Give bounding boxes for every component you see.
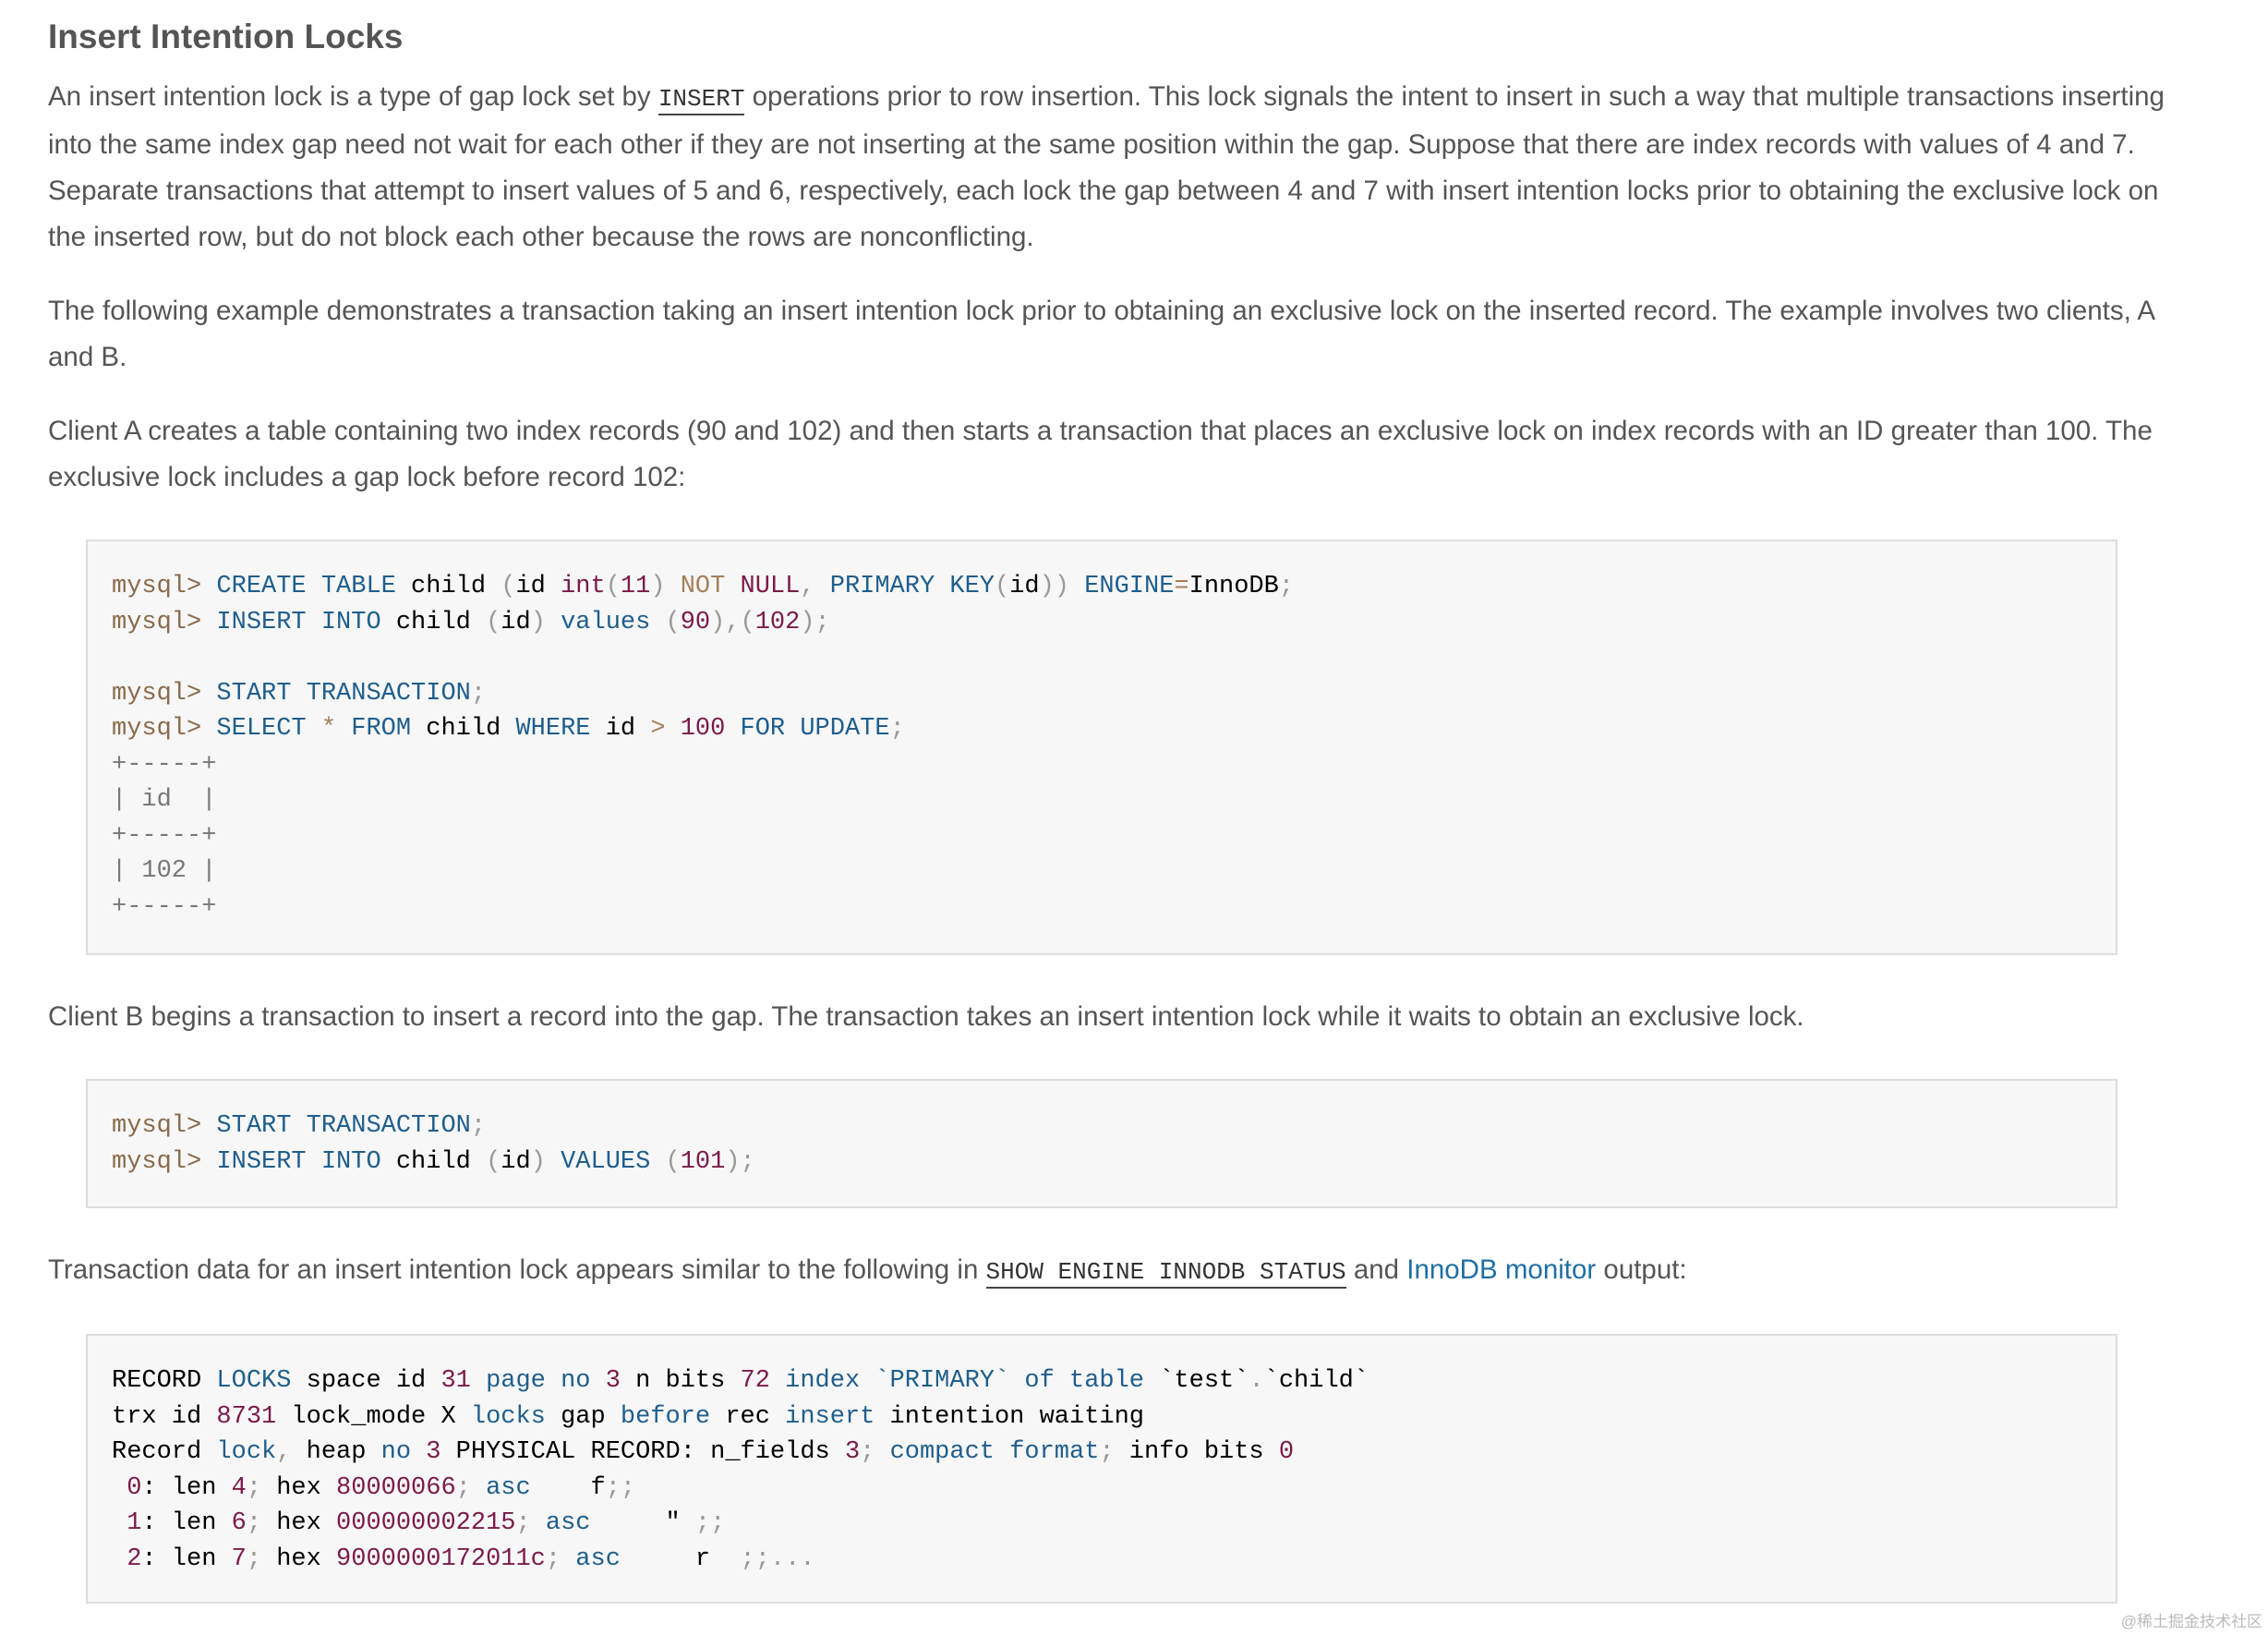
code-line: mysql> CREATE TABLE child (id int(11) NO… (112, 573, 1295, 600)
code-line: Record lock, heap no 3 PHYSICAL RECORD: … (112, 1438, 1295, 1466)
code-line: RECORD LOCKS space id 31 page no 3 n bit… (112, 1367, 1369, 1395)
result-table-line: +-----+ (112, 750, 217, 779)
innodb-monitor-link[interactable]: InnoDB monitor (1406, 1254, 1596, 1285)
code-line: 2: len 7; hex 9000000172011c; asc r ;;..… (127, 1544, 815, 1573)
result-table-line: +-----+ (112, 892, 217, 921)
code-line: 0: len 4; hex 80000066; asc f;; (127, 1473, 636, 1502)
show-engine-status-code: SHOW ENGINE INNODB STATUS (985, 1258, 1346, 1289)
monitor-paragraph: Transaction data for an insert intention… (48, 1247, 2172, 1295)
intro-text-start: An insert intention lock is a type of ga… (48, 81, 658, 112)
documentation-page: Insert Intention Locks An insert intenti… (0, 0, 2268, 1635)
code-line: mysql> INSERT INTO child (id) values (90… (112, 608, 830, 636)
code-line: 1: len 6; hex 000000002215; asc " ;; (127, 1509, 726, 1537)
code-line: mysql> START TRANSACTION; (112, 679, 487, 708)
code-line: trx id 8731 lock_mode X locks gap before… (112, 1402, 1145, 1431)
monitor-text-and: and (1345, 1254, 1407, 1285)
example-paragraph: The following example demonstrates a tra… (48, 296, 2154, 372)
code-line: mysql> INSERT INTO child (id) VALUES (10… (112, 1147, 755, 1176)
monitor-text-end: output: (1596, 1254, 1687, 1285)
code-line: mysql> START TRANSACTION; (112, 1112, 487, 1140)
intro-paragraph: An insert intention lock is a type of ga… (48, 74, 2172, 260)
client-b-code: mysql> START TRANSACTION; mysql> INSERT … (112, 1108, 2092, 1180)
code-line: mysql> SELECT * FROM child WHERE id > 10… (112, 715, 905, 743)
monitor-text-start: Transaction data for an insert intention… (48, 1254, 986, 1285)
monitor-output-code: RECORD LOCKS space id 31 page no 3 n bit… (112, 1363, 2092, 1577)
result-table-line: | id | (112, 786, 217, 814)
client-a-code-block: mysql> CREATE TABLE child (id int(11) NO… (86, 539, 2117, 955)
client-a-paragraph: Client A creates a table containing two … (48, 416, 2153, 492)
watermark: @稀土掘金技术社区 (2120, 1613, 2262, 1630)
insert-keyword-code: INSERT (657, 85, 745, 115)
result-table-line: | 102 | (112, 857, 217, 885)
client-b-code-block: mysql> START TRANSACTION; mysql> INSERT … (86, 1079, 2117, 1208)
client-a-code: mysql> CREATE TABLE child (id int(11) NO… (112, 569, 2092, 925)
client-b-paragraph: Client B begins a transaction to insert … (48, 1001, 1804, 1032)
monitor-output-code-block: RECORD LOCKS space id 31 page no 3 n bit… (86, 1334, 2117, 1604)
result-table-line: +-----+ (112, 821, 217, 850)
section-heading: Insert Intention Locks (48, 18, 404, 55)
